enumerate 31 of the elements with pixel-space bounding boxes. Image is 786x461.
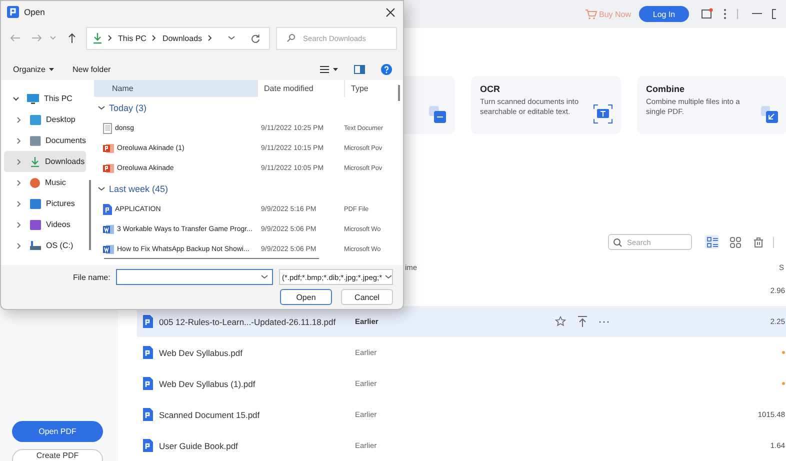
breadcrumb[interactable]: This PC bbox=[118, 34, 146, 42]
group-header[interactable]: Last week (45) bbox=[94, 179, 395, 199]
nav-item[interactable]: Desktop bbox=[4, 109, 86, 130]
card-title: Combine bbox=[646, 84, 686, 94]
organize-menu[interactable]: Organize bbox=[13, 64, 46, 74]
nav-item[interactable]: Downloads bbox=[4, 151, 86, 172]
create-pdf-button[interactable]: Create PDF bbox=[12, 449, 103, 461]
column-header[interactable]: Date modified bbox=[257, 80, 344, 97]
nav-item[interactable]: Videos bbox=[4, 214, 86, 235]
file-name: Scanned Document 15.pdf bbox=[159, 410, 260, 420]
nav-item[interactable]: Music bbox=[4, 172, 86, 193]
breadcrumb[interactable]: Downloads bbox=[162, 34, 202, 42]
file-name: Web Dev Syllabus (1).pdf bbox=[159, 378, 256, 388]
file-name: User Guide Book.pdf bbox=[159, 440, 238, 450]
file-name: 005 12-Rules-to-Learn...-Updated-26.11.18.pdf bbox=[159, 316, 336, 326]
dialog-title: Open bbox=[24, 7, 45, 17]
column-header[interactable]: Name bbox=[94, 80, 257, 97]
file-name: Web Dev Syllabus.pdf bbox=[159, 348, 242, 358]
open-button[interactable]: Open bbox=[280, 289, 332, 305]
nav-item[interactable]: Documents bbox=[4, 130, 86, 151]
address-bar[interactable]: This PC Downloads bbox=[86, 26, 270, 50]
new-folder-button[interactable]: New folder bbox=[72, 64, 111, 74]
nav-item[interactable]: This PC bbox=[4, 88, 86, 109]
login-button[interactable]: Log In bbox=[639, 6, 689, 22]
card-title: OCR bbox=[480, 84, 501, 94]
open-pdf-button[interactable]: Open PDF bbox=[12, 421, 103, 442]
nav-item[interactable]: Pictures bbox=[4, 193, 86, 214]
nav-item[interactable]: OS (C:) bbox=[4, 235, 86, 256]
file-name-label: File name: bbox=[73, 272, 112, 282]
cancel-button[interactable]: Cancel bbox=[341, 289, 393, 305]
group-header[interactable]: Today (3) bbox=[94, 98, 395, 118]
